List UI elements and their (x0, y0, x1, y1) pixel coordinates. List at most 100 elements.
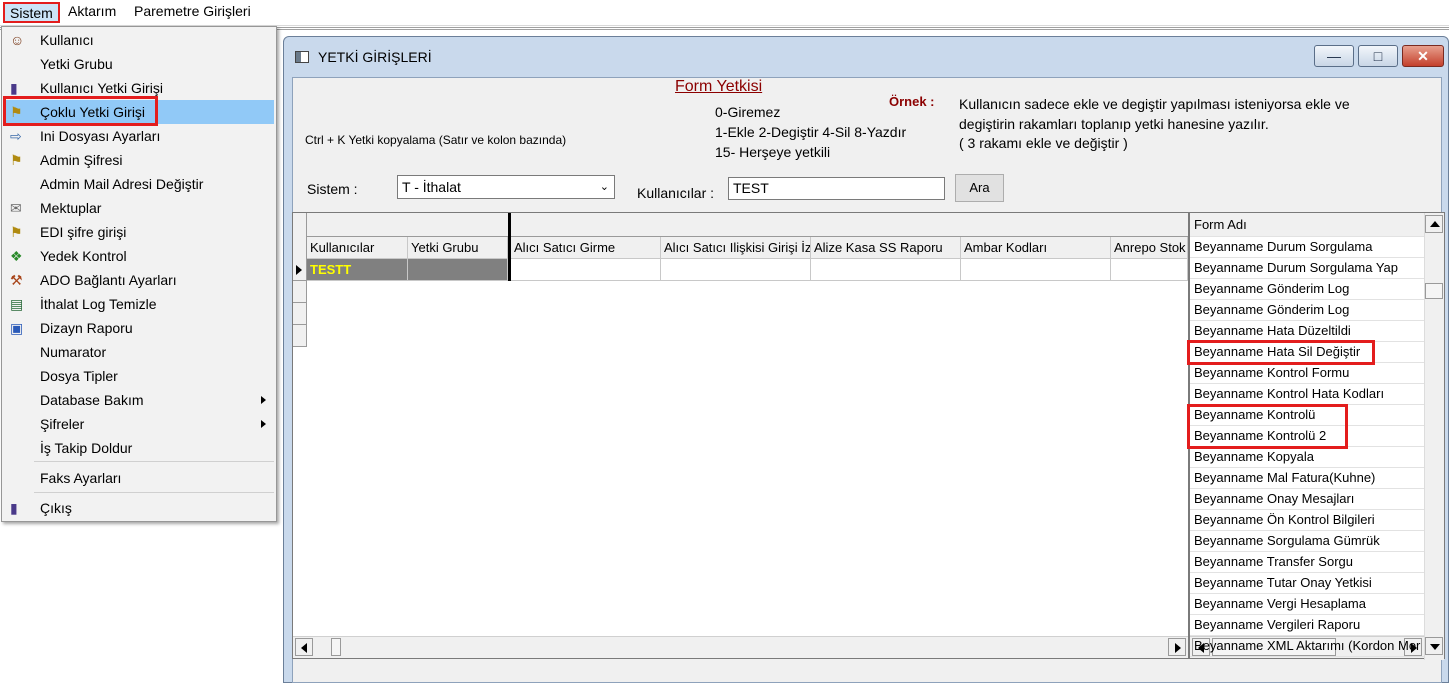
menu-sistem[interactable]: Sistem (3, 2, 60, 23)
menu-item[interactable]: Şifreler (4, 412, 274, 436)
column-header[interactable]: Yetki Grubu (408, 237, 508, 259)
form-list-item[interactable]: Beyanname Gönderim Log (1190, 279, 1424, 300)
menu-item[interactable]: ▣ Dizayn Raporu (4, 316, 274, 340)
menu-item-label: Çıkış (40, 500, 72, 516)
letter-icon: ✉ (10, 200, 22, 216)
menu-item[interactable]: Database Bakım (4, 388, 274, 412)
sistem-select[interactable]: T - İthalat ⌄ (397, 175, 615, 199)
column-header[interactable]: Ambar Kodları (961, 237, 1111, 259)
menu-item-label: Ini Dosyası Ayarları (40, 128, 161, 144)
form-list-item[interactable]: Beyanname Vergileri Raporu (1190, 615, 1424, 636)
menu-item-label: Faks Ayarları (40, 470, 122, 486)
grid-cell[interactable] (961, 259, 1111, 281)
column-header[interactable]: Alize Kasa SS Raporu (811, 237, 961, 259)
grid-cell[interactable] (511, 259, 661, 281)
scroll-thumb[interactable] (331, 638, 341, 656)
menu-item[interactable]: ▤ İthalat Log Temizle (4, 292, 274, 316)
menu-item-label: Numarator (40, 344, 107, 360)
grid-cell[interactable] (661, 259, 811, 281)
form-list-item[interactable]: Beyanname Kontrolü (1190, 405, 1424, 426)
grid-horizontal-scrollbar[interactable] (293, 636, 1188, 658)
menu-item[interactable]: Yetki Grubu (4, 52, 274, 76)
form-list-item[interactable]: Beyanname Durum Sorgulama (1190, 237, 1424, 258)
form-yetkisi-title: Form Yetkisi (675, 78, 763, 95)
sistem-select-value: T - İthalat (402, 179, 461, 195)
menu-item[interactable]: ⚑ EDI şifre girişi (4, 220, 274, 244)
form-list-item[interactable]: Beyanname Durum Sorgulama Yap (1190, 258, 1424, 279)
menu-item-label: Çoklu Yetki Girişi (40, 104, 146, 120)
menu-item-label: Admin Mail Adresi Değiştir (40, 176, 204, 192)
form-list-item[interactable]: Beyanname Onay Mesajları (1190, 489, 1424, 510)
menu-item[interactable]: İş Takip Doldur (4, 436, 274, 460)
scroll-thumb[interactable] (1425, 283, 1443, 299)
minimize-icon: — (1327, 48, 1341, 64)
menu-item[interactable]: ⇨ Ini Dosyası Ayarları (4, 124, 274, 148)
form-list-item[interactable]: Beyanname XML Aktarımı (Kordon Mor (1190, 636, 1424, 657)
ara-button[interactable]: Ara (955, 174, 1004, 202)
menu-item[interactable]: ▮ Kullanıcı Yetki Girişi (4, 76, 274, 100)
column-header[interactable]: Anrepo Stok (1111, 237, 1188, 259)
menu-item-label: Database Bakım (40, 392, 144, 408)
current-row-indicator (293, 259, 307, 281)
form-list-item[interactable]: Beyanname Hata Düzeltildi (1190, 321, 1424, 342)
form-list-item[interactable]: Beyanname Tutar Onay Yetkisi (1190, 573, 1424, 594)
menu-item[interactable]: ⚒ ADO Bağlantı Ayarları (4, 268, 274, 292)
menu-item-label: Admin Şifresi (40, 152, 123, 168)
form-list-vertical-scrollbar[interactable] (1424, 213, 1444, 660)
form-list-item[interactable]: Beyanname Mal Fatura(Kuhne) (1190, 468, 1424, 489)
scroll-right-button[interactable] (1168, 638, 1186, 656)
column-header[interactable]: Alıcı Satıcı Ilişkisi Girişi İz (661, 237, 811, 259)
menu-item[interactable]: Numarator (4, 340, 274, 364)
menu-item-label: İthalat Log Temizle (40, 296, 157, 312)
scroll-up-button[interactable] (1425, 215, 1443, 233)
grid-cell[interactable] (811, 259, 961, 281)
form-list-item[interactable]: Beyanname Sorgulama Gümrük (1190, 531, 1424, 552)
user-icon: ☺ (10, 32, 25, 48)
scroll-left-button[interactable] (295, 638, 313, 656)
submenu-arrow-icon (261, 420, 266, 428)
form-list-item[interactable]: Beyanname Vergi Hesaplama (1190, 594, 1424, 615)
menu-bar: Sistem Aktarım Paremetre Girişleri (0, 0, 1449, 26)
menu-item[interactable]: ⚑ Admin Şifresi (4, 148, 274, 172)
menu-item[interactable]: ▮ Çıkış (4, 496, 274, 520)
design-icon: ▣ (10, 320, 24, 336)
menu-parametre-girisleri[interactable]: Paremetre Girişleri (129, 2, 256, 23)
minimize-button[interactable]: — (1314, 45, 1354, 67)
grid-cell-kullanici[interactable]: TESTT (307, 259, 408, 281)
form-list-item[interactable]: Beyanname Kopyala (1190, 447, 1424, 468)
menu-item[interactable]: ☺ Kullanıcı (4, 28, 274, 52)
grid-cell[interactable] (1111, 259, 1188, 281)
menu-item[interactable]: ⚑ Çoklu Yetki Girişi (4, 100, 274, 124)
form-list-item[interactable]: Beyanname Kontrol Hata Kodları (1190, 384, 1424, 405)
column-header[interactable]: Kullanıcılar (307, 237, 408, 259)
grid-cell-yetki-grubu[interactable] (408, 259, 508, 281)
form-list-item[interactable]: Beyanname Transfer Sorgu (1190, 552, 1424, 573)
ornek-label: Örnek : (889, 94, 935, 109)
form-list-header[interactable]: Form Adı (1190, 213, 1424, 237)
form-list-item[interactable]: Beyanname Ön Kontrol Bilgileri (1190, 510, 1424, 531)
kullanicilar-input[interactable]: TEST (728, 177, 945, 200)
menu-item[interactable]: Admin Mail Adresi Değiştir (4, 172, 274, 196)
scroll-down-button[interactable] (1425, 637, 1443, 655)
menu-item[interactable]: Faks Ayarları (4, 466, 274, 490)
backup-icon: ❖ (10, 248, 23, 264)
bottle-icon: ▮ (10, 80, 18, 96)
form-list-grid: Form Adı Beyanname Durum Sorgulama Beyann… (1189, 212, 1445, 660)
row-header (293, 325, 307, 347)
form-list-item[interactable]: Beyanname Gönderim Log (1190, 300, 1424, 321)
form-list-item[interactable]: Beyanname Hata Sil Değiştir (1190, 342, 1424, 363)
menu-item[interactable]: ✉ Mektuplar (4, 196, 274, 220)
menu-aktarim[interactable]: Aktarım (63, 2, 121, 23)
menu-item[interactable]: Dosya Tipler (4, 364, 274, 388)
form-list-item[interactable]: Beyanname Kontrol Formu (1190, 363, 1424, 384)
form-list-item[interactable]: Beyanname Kontrolü 2 (1190, 426, 1424, 447)
maximize-button[interactable]: □ (1358, 45, 1398, 67)
sistem-dropdown-menu: ☺ Kullanıcı Yetki Grubu ▮ Kullanıcı Yetki Gi… (1, 26, 277, 522)
close-button[interactable]: ✕ (1402, 45, 1444, 67)
menu-item-label: Kullanıcı Yetki Girişi (40, 80, 163, 96)
menu-item-label: Yedek Kontrol (40, 248, 127, 264)
column-header[interactable]: Alıcı Satıcı Girme (511, 237, 661, 259)
menu-item[interactable]: ❖ Yedek Kontrol (4, 244, 274, 268)
code-line-1: 0-Giremez (715, 104, 781, 120)
menu-separator (34, 461, 274, 462)
